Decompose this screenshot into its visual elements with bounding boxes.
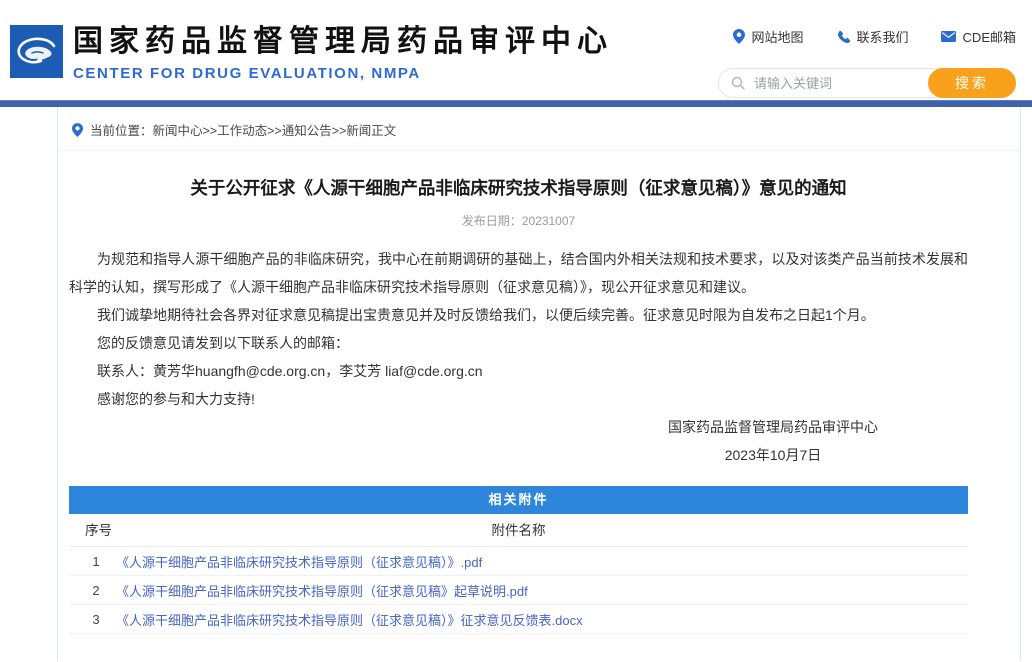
attachments-table: 相关附件 序号 附件名称 1 《人源干细胞产品非临床研究技术指导原则（征求意见稿… — [69, 486, 968, 634]
article: 关于公开征求《人源干细胞产品非临床研究技术指导原则（征求意见稿）》意见的通知 发… — [58, 176, 1020, 634]
brand-block: 国家药品监督管理局药品审评中心 CENTER FOR DRUG EVALUATI… — [73, 24, 613, 82]
header-divider-bar — [0, 100, 1032, 107]
attachments-column-header: 序号 附件名称 — [69, 514, 968, 547]
breadcrumb: 当前位置：新闻中心>>工作动态>>通知公告>>新闻正文 — [58, 107, 1020, 151]
breadcrumb-label: 当前位置：新闻中心>>工作动态>>通知公告>>新闻正文 — [90, 120, 396, 139]
attachment-link[interactable]: 《人源干细胞产品非临床研究技术指导原则（征求意见稿）》.pdf — [116, 552, 482, 571]
content-container: 当前位置：新闻中心>>工作动态>>通知公告>>新闻正文 关于公开征求《人源干细胞… — [57, 107, 1021, 661]
row-index: 1 — [89, 554, 103, 569]
attachments-title: 相关附件 — [69, 486, 968, 514]
column-name-label: 附件名称 — [69, 514, 968, 547]
paragraph: 为规范和指导人源干细胞产品的非临床研究，我中心在前期调研的基础上，结合国内外相关… — [69, 245, 968, 301]
article-body: 为规范和指导人源干细胞产品的非临床研究，我中心在前期调研的基础上，结合国内外相关… — [69, 245, 968, 413]
paragraph: 我们诚挚地期待社会各界对征求意见稿提出宝贵意见并及时反馈给我们，以便后续完善。征… — [69, 301, 968, 329]
table-row: 2 《人源干细胞产品非临床研究技术指导原则（征求意见稿》起草说明.pdf — [69, 576, 968, 605]
link-cde-mail-label: CDE邮箱 — [963, 27, 1016, 46]
quick-links: 网站地图 联系我们 CDE邮箱 — [733, 27, 1016, 46]
table-row: 1 《人源干细胞产品非临床研究技术指导原则（征求意见稿）》.pdf — [69, 547, 968, 576]
link-cde-mail[interactable]: CDE邮箱 — [941, 27, 1016, 46]
paragraph-contacts: 联系人：黄芳华huangfh@cde.org.cn，李艾芳 liaf@cde.o… — [69, 357, 968, 385]
row-index: 3 — [89, 612, 103, 627]
location-pin-icon — [733, 29, 745, 44]
search-button[interactable]: 搜索 — [928, 68, 1016, 98]
paragraph: 您的反馈意见请发到以下联系人的邮箱： — [69, 329, 968, 357]
envelope-icon — [941, 31, 956, 42]
link-contact[interactable]: 联系我们 — [836, 27, 909, 46]
search-icon — [731, 76, 746, 91]
attachment-link[interactable]: 《人源干细胞产品非临床研究技术指导原则（征求意见稿》起草说明.pdf — [116, 581, 528, 600]
attachment-link[interactable]: 《人源干细胞产品非临床研究技术指导原则（征求意见稿）》征求意见反馈表.docx — [116, 610, 583, 629]
cde-logo-icon — [10, 25, 63, 78]
breadcrumb-pin-icon — [72, 123, 83, 137]
link-sitemap[interactable]: 网站地图 — [733, 27, 804, 46]
search-bar: 搜索 — [718, 68, 1016, 98]
site-subtitle: CENTER FOR DRUG EVALUATION, NMPA — [73, 65, 613, 82]
table-row: 3 《人源干细胞产品非临床研究技术指导原则（征求意见稿）》征求意见反馈表.doc… — [69, 605, 968, 634]
link-contact-label: 联系我们 — [857, 27, 909, 46]
search-input[interactable] — [752, 70, 922, 96]
site-title: 国家药品监督管理局药品审评中心 — [73, 24, 613, 60]
phone-icon — [836, 30, 850, 44]
cde-logo[interactable] — [10, 25, 63, 78]
row-index: 2 — [89, 583, 103, 598]
page-title: 关于公开征求《人源干细胞产品非临床研究技术指导原则（征求意见稿）》意见的通知 — [69, 176, 968, 200]
signature-block: 国家药品监督管理局药品审评中心 2023年10月7日 — [613, 413, 933, 469]
signature-org: 国家药品监督管理局药品审评中心 — [613, 413, 933, 441]
site-header: 国家药品监督管理局药品审评中心 CENTER FOR DRUG EVALUATI… — [0, 0, 1032, 100]
paragraph: 感谢您的参与和大力支持! — [69, 385, 968, 413]
link-sitemap-label: 网站地图 — [752, 27, 804, 46]
signature-date: 2023年10月7日 — [613, 441, 933, 469]
publish-date: 发布日期：20231007 — [69, 212, 968, 229]
